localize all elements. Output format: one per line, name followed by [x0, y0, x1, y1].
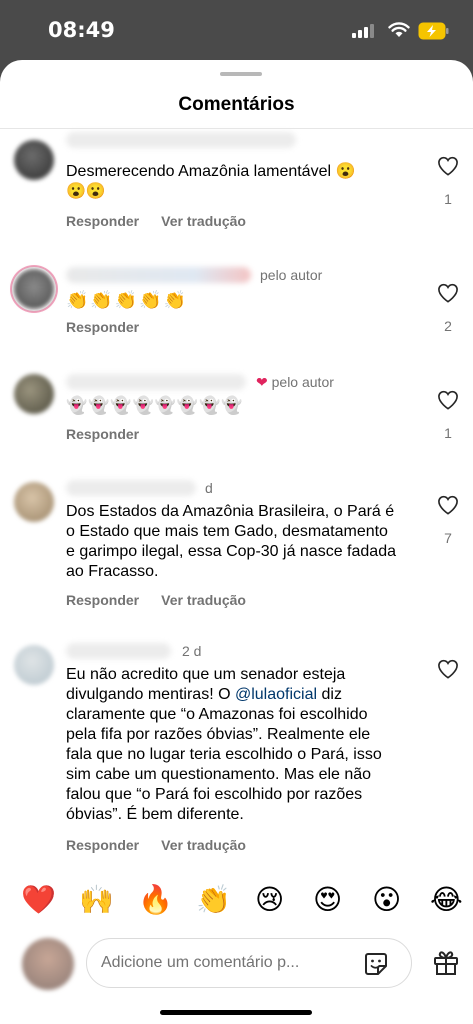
reply-button[interactable]: Responder [66, 213, 139, 229]
reaction-crying[interactable]: 😢 [255, 884, 284, 916]
like-count: 7 [444, 530, 452, 546]
like-control: 1 [435, 390, 461, 441]
like-control [435, 659, 461, 684]
current-user-avatar [22, 938, 74, 990]
username-redacted [66, 132, 296, 148]
comment-actions: Responder [66, 319, 161, 335]
reaction-clap[interactable]: 👏 [196, 884, 231, 916]
status-time: 08:49 [48, 18, 115, 42]
comment-actions: Responder Ver tradução [66, 592, 268, 608]
username-redacted [66, 643, 171, 659]
reaction-surprised[interactable]: 😮 [372, 884, 401, 916]
translate-button[interactable]: Ver tradução [161, 837, 246, 853]
reaction-laughing[interactable]: 😂 [430, 884, 463, 916]
status-bar: 08:49 [0, 0, 473, 60]
reply-button[interactable]: Responder [66, 319, 139, 335]
avatar[interactable] [14, 374, 54, 414]
by-author-label: ❤ pelo autor [256, 374, 334, 390]
comment-text: Eu não acredito que um senador esteja di… [66, 666, 382, 823]
drag-handle[interactable] [220, 72, 262, 76]
comment-input[interactable]: Adicione um comentário p... [86, 938, 412, 988]
like-count: 2 [444, 318, 452, 334]
heart-outline-icon[interactable] [437, 283, 459, 303]
header-divider [0, 128, 473, 129]
sheet-title: Comentários [178, 94, 295, 115]
signal-icon [352, 24, 374, 38]
comment-actions: Responder [66, 426, 161, 442]
comment-time: 2 d [182, 643, 202, 659]
comment-text: Dos Estados da Amazônia Brasileira, o Pa… [66, 503, 396, 580]
reaction-raised-hands[interactable]: 🙌 [79, 884, 114, 916]
comment-time: d [205, 480, 213, 496]
home-indicator [160, 1010, 312, 1015]
wifi-icon [388, 22, 410, 37]
reaction-heart[interactable]: ❤️ [21, 884, 56, 916]
comments-sheet: Comentários Desmerecendo Amazônia lament… [0, 60, 473, 1024]
mention-link[interactable]: @lulaoficial [235, 686, 317, 703]
gift-icon[interactable] [432, 948, 460, 976]
comment-actions: Responder Ver tradução [66, 213, 268, 229]
like-count: 1 [444, 191, 452, 207]
comment-input-placeholder: Adicione um comentário p... [101, 954, 300, 971]
like-control: 7 [435, 495, 461, 546]
heart-outline-icon[interactable] [437, 495, 459, 515]
reaction-heart-eyes[interactable]: 😍 [313, 884, 342, 916]
comment-text: 👻👻👻👻👻👻👻👻 [66, 396, 244, 415]
like-control: 2 [435, 283, 461, 334]
username-redacted [66, 374, 246, 390]
translate-button[interactable]: Ver tradução [161, 592, 246, 608]
avatar[interactable] [14, 140, 54, 180]
sticker-icon[interactable] [363, 951, 389, 977]
translate-button[interactable]: Ver tradução [161, 213, 246, 229]
avatar[interactable] [14, 645, 54, 685]
like-control: 1 [435, 156, 461, 207]
comment-text: 👏👏👏👏👏 [66, 290, 189, 310]
reply-button[interactable]: Responder [66, 837, 139, 853]
reaction-fire[interactable]: 🔥 [138, 884, 173, 916]
comment-composer: Adicione um comentário p... [0, 932, 473, 1002]
by-author-label: pelo autor [260, 267, 323, 283]
comment-text: Desmerecendo Amazônia lamentável 😮 😮😮 [66, 163, 356, 200]
username-redacted [66, 480, 196, 496]
quick-reactions-bar: ❤️ 🙌 🔥 👏 😢 😍 😮 😂 [0, 872, 473, 928]
author-heart-icon: ❤ [256, 374, 268, 390]
heart-outline-icon[interactable] [437, 390, 459, 410]
heart-outline-icon[interactable] [437, 156, 459, 176]
heart-outline-icon[interactable] [437, 659, 459, 679]
avatar[interactable] [14, 482, 54, 522]
like-count: 1 [444, 425, 452, 441]
battery-charging-icon [418, 22, 449, 40]
avatar[interactable] [14, 269, 54, 309]
username-redacted [66, 267, 251, 283]
comment-actions: Responder Ver tradução [66, 837, 268, 853]
reply-button[interactable]: Responder [66, 426, 139, 442]
reply-button[interactable]: Responder [66, 592, 139, 608]
